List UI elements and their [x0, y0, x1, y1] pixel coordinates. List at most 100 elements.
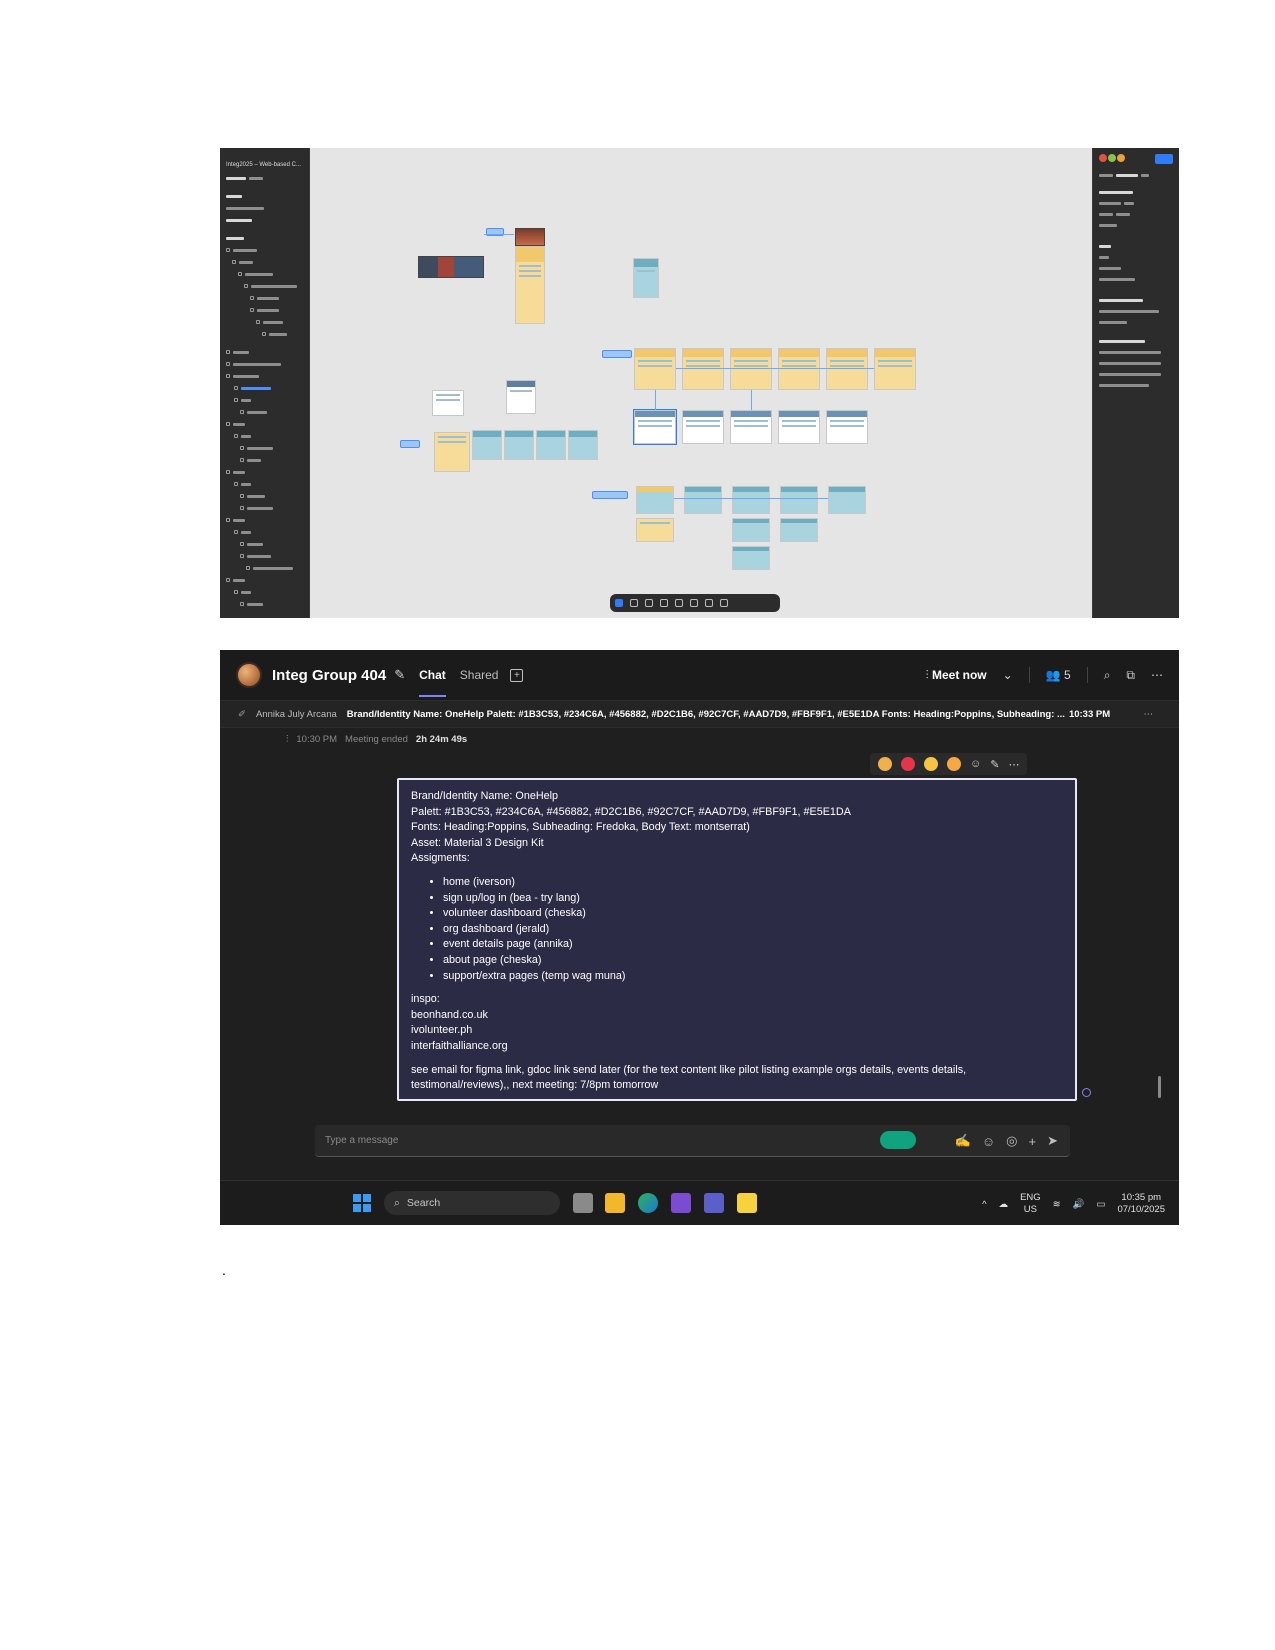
document-footnote: .: [222, 1262, 226, 1278]
add-tab-icon[interactable]: +: [510, 668, 524, 682]
canvas-frame[interactable]: [504, 430, 534, 460]
canvas-image-thumbnail[interactable]: [515, 228, 545, 246]
chevron-down-icon[interactable]: ⌄: [1003, 668, 1013, 682]
pinned-author: Annika July Arcana: [255, 708, 337, 720]
read-receipt-icon: [1082, 1088, 1091, 1097]
windows-start-icon[interactable]: [353, 1194, 371, 1212]
sticker-icon[interactable]: ◎: [1006, 1133, 1017, 1149]
send-icon[interactable]: ➤: [1047, 1133, 1058, 1149]
sticky-notes-icon[interactable]: [737, 1193, 757, 1213]
canvas-frame[interactable]: [684, 486, 722, 514]
emoji-icon[interactable]: ☺: [982, 1134, 995, 1149]
canvas-frame[interactable]: [732, 546, 770, 570]
chevron-up-icon[interactable]: ^: [982, 1199, 986, 1210]
canvas-frame[interactable]: [826, 348, 868, 390]
pin-icon: ✐: [238, 708, 246, 720]
text-tool-icon[interactable]: [675, 599, 683, 607]
comment-tool-icon[interactable]: [690, 599, 698, 607]
canvas-frame[interactable]: [636, 486, 674, 514]
canvas-frame[interactable]: [434, 432, 470, 472]
battery-icon[interactable]: ▭: [1096, 1199, 1105, 1210]
message-line: Fonts: Heading:Poppins, Subheading: Fred…: [411, 821, 750, 834]
message-line: Asset: Material 3 Design Kit: [411, 836, 544, 849]
canvas-frame[interactable]: [634, 348, 676, 390]
file-explorer-icon[interactable]: [605, 1193, 625, 1213]
chat-message[interactable]: Brand/Identity Name: OneHelp Palett: #1B…: [397, 778, 1077, 1101]
edit-name-icon[interactable]: ✎: [394, 667, 405, 683]
actions-tool-icon[interactable]: [705, 599, 713, 607]
visual-studio-icon[interactable]: [671, 1193, 691, 1213]
pen-tool-icon[interactable]: [660, 599, 668, 607]
canvas-frame[interactable]: [515, 246, 545, 324]
pinned-message-bar[interactable]: ✐ Annika July Arcana Brand/Identity Name…: [220, 700, 1179, 728]
canvas-frame[interactable]: [506, 380, 536, 414]
edge-icon[interactable]: [638, 1193, 658, 1213]
tab-chat[interactable]: Chat: [419, 668, 446, 697]
canvas-frame[interactable]: [682, 410, 724, 444]
taskbar-search[interactable]: ⌕ Search: [384, 1191, 560, 1215]
popout-icon[interactable]: ⧉: [1126, 668, 1135, 683]
teams-icon[interactable]: [704, 1193, 724, 1213]
message-more-icon[interactable]: ⋯: [1008, 758, 1019, 771]
heart-icon[interactable]: [901, 757, 915, 771]
inspo-label: inspo:: [411, 993, 440, 1006]
canvas-frame[interactable]: [730, 410, 772, 444]
canvas-frame[interactable]: [828, 486, 866, 514]
search-icon[interactable]: ⌕: [1104, 668, 1111, 683]
participants-button[interactable]: 👥 5: [1046, 668, 1071, 682]
chat-scrollbar[interactable]: [1158, 1076, 1161, 1098]
frame-tool-icon[interactable]: [630, 599, 638, 607]
canvas-frame[interactable]: [730, 348, 772, 390]
shape-tool-icon[interactable]: [645, 599, 653, 607]
canvas-frame[interactable]: [780, 518, 818, 542]
tab-shared[interactable]: Shared: [460, 668, 499, 682]
attach-plus-icon[interactable]: +: [1029, 1134, 1037, 1149]
message-input[interactable]: [325, 1135, 845, 1146]
laugh-icon[interactable]: [924, 757, 938, 771]
share-button[interactable]: [1155, 154, 1173, 164]
more-reactions-icon[interactable]: ☺: [970, 758, 981, 770]
clock[interactable]: 10:35 pm 07/10/2025: [1117, 1192, 1165, 1216]
figma-file-title[interactable]: Integ2025 – Web-based C...: [220, 148, 309, 172]
canvas-frame[interactable]: [633, 258, 659, 298]
figma-canvas[interactable]: [310, 148, 1092, 618]
flow-start-tag[interactable]: [602, 350, 632, 358]
canvas-image-thumbnail[interactable]: [418, 256, 484, 278]
canvas-frame[interactable]: [432, 390, 464, 416]
network-icon[interactable]: ☁: [999, 1199, 1009, 1210]
canvas-frame[interactable]: [536, 430, 566, 460]
canvas-frame[interactable]: [732, 518, 770, 542]
message-line: Brand/Identity Name: OneHelp: [411, 790, 559, 802]
grammarly-icon[interactable]: [880, 1131, 916, 1149]
canvas-frame[interactable]: [780, 486, 818, 514]
canvas-frame[interactable]: [636, 518, 674, 542]
canvas-frame[interactable]: [472, 430, 502, 460]
system-tray: ^ ☁ ENG US ≋ 🔊 ▭ 10:35 pm 07/10/2025: [982, 1187, 1165, 1221]
move-tool-icon[interactable]: [615, 599, 623, 607]
group-avatar: [236, 662, 262, 688]
canvas-frame[interactable]: [682, 348, 724, 390]
more-options-icon[interactable]: ⋯: [1151, 668, 1163, 682]
pinned-more-icon[interactable]: ⋯: [1144, 709, 1154, 720]
flow-start-tag[interactable]: [592, 491, 628, 499]
collaborator-avatars[interactable]: [1099, 154, 1125, 162]
flow-start-tag[interactable]: [400, 440, 420, 448]
canvas-frame[interactable]: [778, 410, 820, 444]
task-view-icon[interactable]: [573, 1193, 593, 1213]
wifi-icon[interactable]: ≋: [1053, 1199, 1061, 1210]
canvas-frame[interactable]: [778, 348, 820, 390]
volume-icon[interactable]: 🔊: [1073, 1199, 1085, 1210]
dev-mode-icon[interactable]: [720, 599, 728, 607]
chat-header: Integ Group 404 ✎ Chat Shared + ⫶ Meet n…: [220, 650, 1179, 700]
thumbs-up-icon[interactable]: [878, 757, 892, 771]
canvas-frame[interactable]: [568, 430, 598, 460]
canvas-frame-selected[interactable]: [633, 409, 677, 445]
canvas-frame[interactable]: [874, 348, 916, 390]
canvas-frame[interactable]: [732, 486, 770, 514]
language-indicator[interactable]: ENG US: [1020, 1192, 1041, 1216]
format-icon[interactable]: ✍: [955, 1133, 971, 1149]
meet-now-button[interactable]: ⫶ Meet now: [926, 668, 987, 683]
surprised-icon[interactable]: [947, 757, 961, 771]
edit-message-icon[interactable]: ✎: [990, 758, 999, 771]
canvas-frame[interactable]: [826, 410, 868, 444]
